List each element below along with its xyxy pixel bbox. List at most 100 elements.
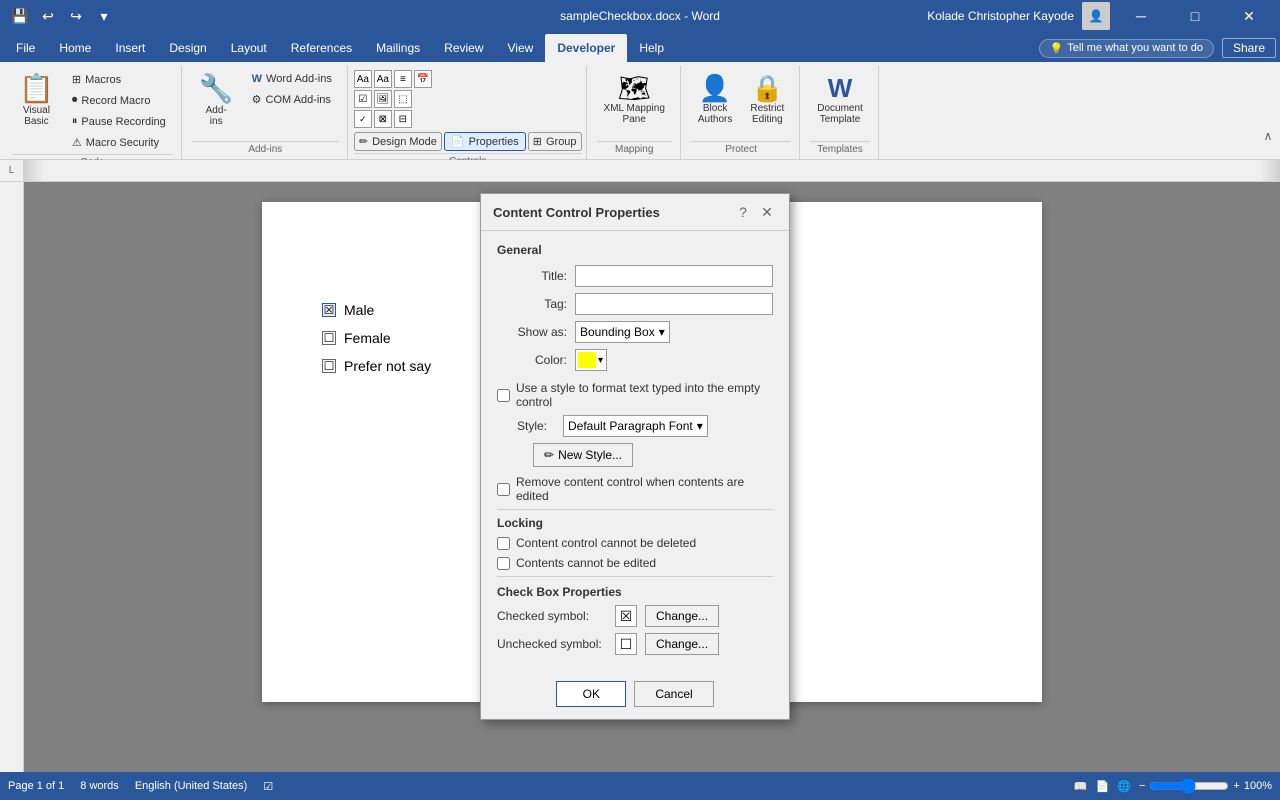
group-button[interactable]: ⊞ Group: [528, 132, 582, 151]
checked-change-label: Change...: [656, 609, 708, 623]
remove-control-label: Remove content control when contents are…: [516, 475, 773, 503]
use-style-label: Use a style to format text typed into th…: [516, 381, 773, 409]
properties-button[interactable]: 📄 Properties: [444, 132, 526, 151]
control-btn-10[interactable]: ⊟: [394, 110, 412, 128]
lightbulb-icon: 💡: [1050, 42, 1064, 55]
control-btn-9[interactable]: ⊠: [374, 110, 392, 128]
visual-basic-button[interactable]: 📋 VisualBasic: [12, 70, 61, 132]
new-style-row: ✏ New Style...: [497, 443, 773, 467]
ribbon-collapse-button[interactable]: ∧: [1260, 128, 1276, 144]
save-button[interactable]: 💾: [8, 4, 32, 28]
view-print-icon[interactable]: 📄: [1096, 780, 1110, 793]
control-btn-3[interactable]: ≡: [394, 70, 412, 88]
pause-recording-button[interactable]: ⏸ Pause Recording: [65, 112, 173, 131]
control-btn-6[interactable]: 🖼: [374, 90, 392, 108]
tab-review[interactable]: Review: [432, 34, 495, 62]
cancel-button[interactable]: Cancel: [634, 681, 713, 707]
user-avatar[interactable]: 👤: [1082, 2, 1110, 30]
dialog-titlebar: Content Control Properties ? ✕: [481, 194, 789, 231]
tab-layout[interactable]: Layout: [219, 34, 279, 62]
unchecked-symbol-row: Unchecked symbol: ☐ Change...: [497, 633, 773, 655]
checkbox-male[interactable]: ☒: [322, 303, 336, 317]
tell-me-input[interactable]: 💡 Tell me what you want to do: [1039, 39, 1214, 58]
proofing-icon: ☑: [263, 780, 273, 793]
color-picker-button[interactable]: ▾: [575, 349, 607, 371]
tab-file[interactable]: File: [4, 34, 47, 62]
tag-input[interactable]: [575, 293, 773, 315]
unchecked-change-button[interactable]: Change...: [645, 633, 719, 655]
view-read-icon[interactable]: 📖: [1074, 780, 1088, 793]
tab-insert[interactable]: Insert: [103, 34, 157, 62]
show-as-select[interactable]: Bounding Box ▾: [575, 321, 670, 343]
macro-security-button[interactable]: ⚠ Macro Security: [65, 133, 173, 152]
redo-button[interactable]: ↪: [64, 4, 88, 28]
close-button[interactable]: ✕: [1226, 0, 1272, 32]
control-btn-5[interactable]: ☑: [354, 90, 372, 108]
record-macro-button[interactable]: ⏺ Record Macro: [65, 91, 173, 110]
style-select[interactable]: Default Paragraph Font ▾: [563, 415, 708, 437]
dialog-help-button[interactable]: ?: [733, 202, 753, 222]
tab-help[interactable]: Help: [627, 34, 676, 62]
language-indicator: English (United States): [135, 780, 248, 792]
checkbox-female[interactable]: ☐: [322, 331, 336, 345]
checked-change-button[interactable]: Change...: [645, 605, 719, 627]
properties-icon: 📄: [451, 135, 465, 148]
new-style-label: New Style...: [558, 448, 622, 462]
visual-basic-icon: 📋: [19, 75, 54, 103]
ruler-corner[interactable]: L: [0, 160, 24, 181]
show-as-label: Show as:: [497, 325, 567, 339]
controls-actions: ✏ Design Mode 📄 Properties ⊞ Group: [354, 132, 582, 151]
com-addins-button[interactable]: ⚙ COM Add-ins: [245, 90, 339, 109]
zoom-in-icon[interactable]: +: [1233, 780, 1239, 792]
add-ins-button[interactable]: 🔧 Add-ins: [192, 70, 241, 132]
use-style-checkbox[interactable]: [497, 389, 510, 402]
macros-col: ⊞ Macros ⏺ Record Macro ⏸ Pause Recordin…: [65, 70, 173, 152]
color-dropdown-icon: ▾: [598, 355, 603, 366]
female-label: Female: [344, 330, 391, 346]
control-btn-7[interactable]: ⬚: [394, 90, 412, 108]
macros-button[interactable]: ⊞ Macros: [65, 70, 173, 89]
dialog-close-button[interactable]: ✕: [757, 202, 777, 222]
view-web-icon[interactable]: 🌐: [1117, 780, 1131, 793]
tab-developer[interactable]: Developer: [545, 34, 627, 62]
tab-design[interactable]: Design: [157, 34, 218, 62]
checkbox-properties-header: Check Box Properties: [497, 585, 773, 599]
restrict-editing-button[interactable]: 🔒 RestrictEditing: [743, 70, 791, 130]
cannot-edit-checkbox[interactable]: [497, 557, 510, 570]
controls-group-content: Aa Aa ≡ 📅 ☑ 🖼 ⬚ ✓ ⊠ ⊟ ✏ Design Mode: [354, 66, 582, 151]
new-style-button[interactable]: ✏ New Style...: [533, 443, 633, 467]
word-addins-button[interactable]: W Word Add-ins: [245, 70, 339, 88]
remove-control-checkbox[interactable]: [497, 483, 510, 496]
user-area: Kolade Christopher Kayode 👤: [927, 2, 1110, 30]
zoom-level: 100%: [1244, 780, 1272, 792]
control-btn-2[interactable]: Aa: [374, 70, 392, 88]
block-authors-label: BlockAuthors: [698, 103, 732, 125]
maximize-button[interactable]: □: [1172, 0, 1218, 32]
design-mode-button[interactable]: ✏ Design Mode: [354, 132, 442, 151]
xml-mapping-button[interactable]: 🗺 XML MappingPane: [597, 70, 672, 130]
zoom-out-icon[interactable]: −: [1139, 780, 1145, 792]
cannot-delete-checkbox[interactable]: [497, 537, 510, 550]
minimize-button[interactable]: ─: [1118, 0, 1164, 32]
block-authors-button[interactable]: 👤 BlockAuthors: [691, 70, 739, 130]
ok-button[interactable]: OK: [556, 681, 626, 707]
checkbox-prefer[interactable]: ☐: [322, 359, 336, 373]
control-btn-4[interactable]: 📅: [414, 70, 432, 88]
control-btn-1[interactable]: Aa: [354, 70, 372, 88]
properties-label: Properties: [469, 136, 519, 148]
style-label: Style:: [517, 419, 557, 433]
undo-button[interactable]: ↩: [36, 4, 60, 28]
username: Kolade Christopher Kayode: [927, 9, 1074, 23]
document-template-button[interactable]: W DocumentTemplate: [810, 70, 870, 130]
ruler-area: L: [0, 160, 1280, 182]
tab-home[interactable]: Home: [47, 34, 103, 62]
share-button[interactable]: Share: [1222, 38, 1276, 58]
tab-mailings[interactable]: Mailings: [364, 34, 432, 62]
tab-view[interactable]: View: [496, 34, 546, 62]
title-input[interactable]: [575, 265, 773, 287]
zoom-slider-input[interactable]: [1149, 778, 1229, 794]
tab-references[interactable]: References: [279, 34, 364, 62]
control-btn-8[interactable]: ✓: [354, 110, 372, 128]
quick-access-dropdown[interactable]: ▾: [92, 4, 116, 28]
restrict-icon: 🔒: [751, 75, 783, 101]
